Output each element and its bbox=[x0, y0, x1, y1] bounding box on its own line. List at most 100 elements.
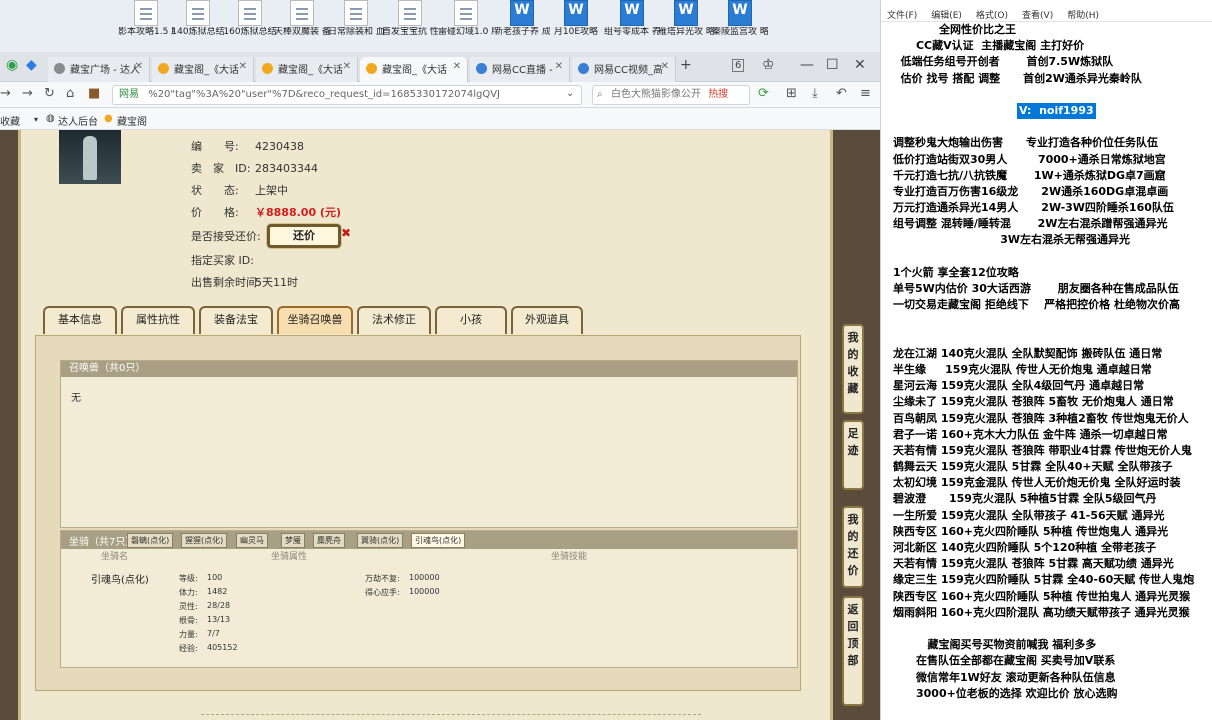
telegram-icon[interactable]: ◆ bbox=[26, 57, 37, 73]
maximize-icon[interactable]: ☐ bbox=[826, 57, 839, 73]
desktop-file-6[interactable]: 雷碰幻域1.0 版本 bbox=[438, 0, 494, 38]
notepad-line: 3W左右混杀无帮强通异光 bbox=[893, 233, 1131, 247]
desktop-file-4[interactable]: 日常除装和 血血鬼搭配 bbox=[328, 0, 384, 38]
price-value: ￥8888.00 (元) bbox=[255, 206, 341, 219]
close-window-icon[interactable]: ✕ bbox=[854, 57, 866, 73]
notepad-menu: 文件(F) 编辑(E) 格式(O) 查看(V) 帮助(H) bbox=[881, 0, 1212, 22]
side-button-label: 返回顶部 bbox=[847, 603, 859, 667]
desktop-file-label: 新老孩子养 成攻略 bbox=[494, 27, 550, 37]
column-mount-skills: 坐骑技能 bbox=[551, 552, 588, 562]
extension-icon[interactable]: ⟳ bbox=[758, 86, 769, 101]
counter-offer-button[interactable]: 还价 bbox=[267, 224, 341, 248]
desktop-file-2[interactable]: 160炼狱总结 bbox=[222, 0, 278, 38]
side-button-2[interactable]: 我的还价 bbox=[842, 506, 864, 588]
tab-5[interactable]: 小孩 bbox=[435, 306, 507, 334]
browser-tab-5[interactable]: 网易CC视频_高 ✕ bbox=[572, 57, 676, 82]
desktop-file-9[interactable]: 组号零成本 养号 bbox=[604, 0, 660, 38]
notepad-menu-item-1[interactable]: 编辑(E) bbox=[931, 11, 962, 21]
tab-3[interactable]: 坐骑召唤兽 bbox=[277, 306, 353, 334]
tab-1[interactable]: 属性抗性 bbox=[121, 306, 195, 334]
address-dropdown-icon[interactable]: ⌄ bbox=[566, 88, 574, 99]
download-icon[interactable]: ⤓ bbox=[812, 86, 818, 101]
mount-tab-1[interactable]: 猩猩(点化) bbox=[181, 533, 228, 548]
page-divider bbox=[201, 714, 701, 715]
search-box[interactable]: ⌕ 白色大熊猫影像公开 热搜 bbox=[592, 85, 750, 105]
notepad-selected-line: V: noif1993 bbox=[893, 102, 1212, 120]
minimize-icon[interactable]: — bbox=[800, 57, 814, 73]
side-button-1[interactable]: 足迹 bbox=[842, 420, 864, 490]
tab-close-icon[interactable]: ✕ bbox=[239, 61, 247, 72]
tab-label: 藏宝阁_《大话 bbox=[174, 65, 239, 76]
new-tab-button[interactable]: + bbox=[680, 57, 692, 73]
mount-stat-value: 405152 bbox=[207, 643, 238, 652]
desktop-file-8[interactable]: 月10E攻略 bbox=[548, 0, 604, 38]
side-button-0[interactable]: 我的收藏 bbox=[842, 324, 864, 414]
desktop-file-3[interactable]: 天棒双魔装 备搭配 bbox=[274, 0, 330, 38]
notepad-menu-item-3[interactable]: 查看(V) bbox=[1022, 11, 1053, 21]
mount-tab-6[interactable]: 引魂鸟(点化) bbox=[411, 533, 466, 548]
bookmark-cbg[interactable]: 藏宝阁 bbox=[117, 113, 147, 128]
desktop-file-11[interactable]: 秦陵监宫攻 略 bbox=[712, 0, 768, 38]
notepad-menu-item-2[interactable]: 格式(O) bbox=[976, 11, 1008, 21]
desktop-file-5[interactable]: 首发宝宝抗 性 bbox=[382, 0, 438, 38]
desktop-file-0[interactable]: 影本攻略1.5 版本 bbox=[118, 0, 174, 38]
back-icon[interactable]: → bbox=[0, 86, 11, 101]
side-button-3[interactable]: 返回顶部 bbox=[842, 596, 864, 706]
desktop-file-7[interactable]: 新老孩子养 成攻略 bbox=[494, 0, 550, 38]
tab-2[interactable]: 装备法宝 bbox=[199, 306, 273, 334]
forward-icon[interactable]: → bbox=[22, 86, 33, 101]
summon-section: 召唤兽（共0只） 无 bbox=[60, 360, 798, 528]
notepad-text-area[interactable]: 全网性价比之王 CC藏V认证 主播藏宝阁 主打好价 低端任务组号开创者 首创7.… bbox=[881, 22, 1212, 702]
bookmark-favorites[interactable]: 收藏 bbox=[0, 113, 20, 128]
tab-4[interactable]: 法术修正 bbox=[357, 306, 431, 334]
notepad-line: 在售队伍全部都在藏宝阁 买卖号加V联系 bbox=[893, 654, 1116, 668]
desktop-file-1[interactable]: 140炼狱总结 bbox=[170, 0, 226, 38]
tab-content: 召唤兽（共0只） 无 坐骑（共7只） 磐螭(点化) 猩猩(点化) 幽灵马 梦魇 麋麂舟翼… bbox=[35, 335, 801, 691]
undo-icon[interactable]: ↶ bbox=[836, 86, 847, 101]
tab-6[interactable]: 外观道具 bbox=[511, 306, 583, 334]
tab-close-icon[interactable]: ✕ bbox=[661, 61, 669, 72]
home-icon[interactable]: ⌂ bbox=[66, 86, 74, 101]
browser-tab-3[interactable]: 藏宝阁_《大话 ✕ bbox=[360, 57, 468, 82]
menu-icon[interactable]: ≡ bbox=[860, 86, 871, 101]
tab-count-badge[interactable]: 6 bbox=[732, 59, 745, 72]
address-bar[interactable]: 网易 %20"tag"%3A%20"user"%7D&reco_request_… bbox=[112, 85, 582, 105]
notepad-line: 藏宝阁买号买物资前喊我 福利多多 bbox=[893, 638, 1097, 652]
browser-tab-2[interactable]: 藏宝阁_《大话 ✕ bbox=[256, 57, 358, 82]
mount-tab-0[interactable]: 磐螭(点化) bbox=[127, 533, 174, 548]
mount-tab-5[interactable]: 翼骑(点化) bbox=[357, 533, 404, 548]
desktop-icon-strip: 影本攻略1.5 版本140炼狱总结160炼狱总结天棒双魔装 备搭配日常除装和 血… bbox=[0, 0, 880, 52]
tab-close-icon[interactable]: ✕ bbox=[343, 61, 351, 72]
browser-logo-icon[interactable]: ◉ bbox=[6, 57, 18, 73]
tab-close-icon[interactable]: ✕ bbox=[453, 61, 461, 72]
info-label: 编 号: bbox=[191, 140, 239, 153]
notepad-menu-item-4[interactable]: 帮助(H) bbox=[1067, 11, 1099, 21]
grid-icon[interactable]: ⊞ bbox=[786, 86, 797, 101]
notepad-menu-item-0[interactable]: 文件(F) bbox=[887, 11, 917, 21]
text-doc-icon bbox=[134, 0, 158, 26]
mount-tab-4[interactable]: 麋麂舟 bbox=[313, 533, 345, 548]
notepad-line: CC藏V认证 主播藏宝阁 主打好价 bbox=[893, 39, 1085, 53]
tab-label: 网易CC直播 - bbox=[492, 65, 553, 76]
desktop-file-label: 影本攻略1.5 版本 bbox=[118, 27, 174, 37]
browser-tab-1[interactable]: 藏宝阁_《大话 ✕ bbox=[152, 57, 254, 82]
mount-skill-label: 万劫不复: bbox=[365, 574, 400, 583]
shirt-icon[interactable]: ♔ bbox=[762, 57, 775, 73]
notepad-line: 碧波澄 159克火混队 5种植5甘霖 全队5级回气丹 bbox=[893, 492, 1157, 506]
tab-favicon-icon bbox=[578, 63, 589, 74]
mount-tab-3[interactable]: 梦魇 bbox=[281, 533, 305, 548]
browser-tab-4[interactable]: 网易CC直播 - ✕ bbox=[470, 57, 570, 82]
tab-0[interactable]: 基本信息 bbox=[43, 306, 117, 334]
tab-close-icon[interactable]: ✕ bbox=[555, 61, 563, 72]
desktop-file-label: 雷碰幻域1.0 版本 bbox=[438, 27, 494, 37]
browser-tab-0[interactable]: 藏宝广场 - 达人 ✕ bbox=[48, 57, 150, 82]
info-label: 是否接受还价: bbox=[191, 230, 261, 243]
bag-icon[interactable]: ■ bbox=[88, 86, 100, 101]
info-label: 价 格: bbox=[191, 206, 239, 219]
mount-tab-2[interactable]: 幽灵马 bbox=[236, 533, 268, 548]
tab-close-icon[interactable]: ✕ bbox=[135, 61, 143, 72]
bookmark-daren[interactable]: 达人后台 bbox=[58, 113, 98, 128]
notepad-line: 专业打造百万伤害16级龙 2W通杀160DG卓混卓画 bbox=[893, 184, 1169, 198]
reload-icon[interactable]: ↻ bbox=[44, 86, 55, 101]
desktop-file-10[interactable]: 雁塔异光攻 略 bbox=[658, 0, 714, 38]
